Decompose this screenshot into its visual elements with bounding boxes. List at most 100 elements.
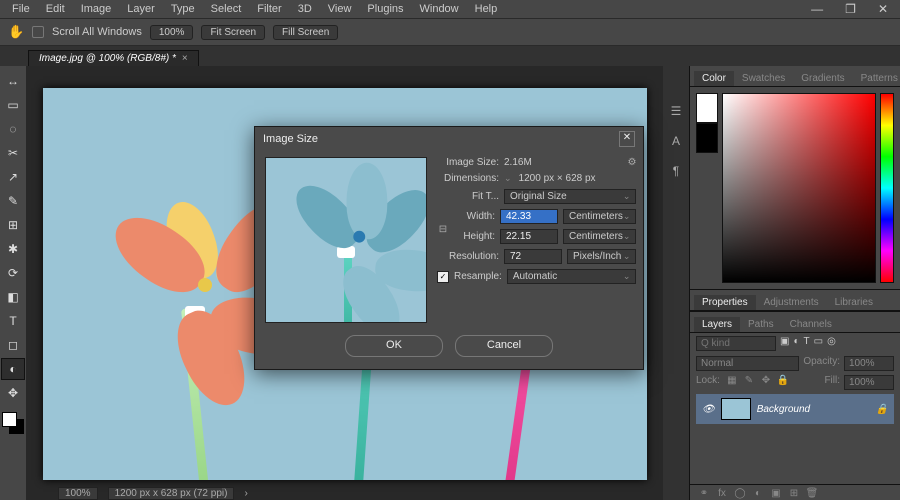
menu-filter[interactable]: Filter bbox=[251, 2, 287, 16]
ok-button[interactable]: OK bbox=[345, 335, 443, 357]
hand-tool[interactable]: ◐ bbox=[1, 358, 25, 380]
link-layers-icon[interactable]: ⚭ bbox=[696, 488, 712, 499]
resample-dropdown[interactable]: Automatic bbox=[507, 269, 637, 284]
resolution-unit-dropdown[interactable]: Pixels/Inch bbox=[567, 249, 636, 264]
clone-tool[interactable]: ⟳ bbox=[1, 262, 25, 284]
foreground-swatch[interactable] bbox=[2, 412, 17, 427]
tab-swatches[interactable]: Swatches bbox=[734, 71, 793, 86]
menu-edit[interactable]: Edit bbox=[40, 2, 71, 16]
fx-icon[interactable]: fx bbox=[714, 488, 730, 499]
brush-tool[interactable]: ✱ bbox=[1, 238, 25, 260]
crop-tool[interactable]: ✂ bbox=[1, 142, 25, 164]
height-unit-dropdown[interactable]: Centimeters bbox=[563, 229, 636, 244]
tab-gradients[interactable]: Gradients bbox=[793, 71, 852, 86]
shape-tool[interactable]: ◻ bbox=[1, 334, 25, 356]
document-tab[interactable]: Image.jpg @ 100% (RGB/8#) * × bbox=[28, 50, 199, 66]
fill-field[interactable]: 100% bbox=[844, 375, 894, 390]
eyedropper-tool[interactable]: ✎ bbox=[1, 190, 25, 212]
menu-window[interactable]: Window bbox=[414, 2, 465, 16]
paragraph-icon[interactable]: ¶ bbox=[668, 164, 684, 180]
frame-tool[interactable]: ↗ bbox=[1, 166, 25, 188]
menu-plugins[interactable]: Plugins bbox=[361, 2, 409, 16]
opacity-field[interactable]: 100% bbox=[844, 356, 894, 371]
filter-pixel-icon[interactable]: ▣ bbox=[780, 336, 789, 351]
width-unit-dropdown[interactable]: Centimeters bbox=[563, 209, 636, 224]
adjust-layer-icon[interactable]: ◐ bbox=[750, 488, 766, 499]
cancel-button[interactable]: Cancel bbox=[455, 335, 553, 357]
spot-heal-tool[interactable]: ⊞ bbox=[1, 214, 25, 236]
tab-adjustments[interactable]: Adjustments bbox=[756, 295, 827, 310]
zoom-tool[interactable]: ✥ bbox=[1, 382, 25, 404]
height-field[interactable]: 22.15 bbox=[500, 229, 558, 244]
new-layer-icon[interactable]: ⊞ bbox=[786, 488, 802, 499]
menu-view[interactable]: View bbox=[322, 2, 358, 16]
dialog-titlebar[interactable]: Image Size ✕ bbox=[255, 127, 643, 151]
mask-icon[interactable]: ◯ bbox=[732, 488, 748, 499]
tab-patterns[interactable]: Patterns bbox=[853, 71, 900, 86]
window-restore-icon[interactable]: ❐ bbox=[839, 1, 862, 17]
collapsed-panels: ☰ A ¶ bbox=[663, 66, 689, 500]
tab-layers[interactable]: Layers bbox=[694, 317, 740, 332]
fit-to-dropdown[interactable]: Original Size bbox=[504, 189, 636, 204]
layer-thumbnail[interactable] bbox=[721, 398, 751, 420]
menu-type[interactable]: Type bbox=[165, 2, 201, 16]
window-minimize-icon[interactable]: — bbox=[805, 1, 829, 17]
lock-position-icon[interactable]: ✥ bbox=[758, 375, 774, 390]
fill-screen-button[interactable]: Fill Screen bbox=[273, 25, 338, 40]
tab-channels[interactable]: Channels bbox=[782, 317, 840, 332]
menu-select[interactable]: Select bbox=[205, 2, 248, 16]
filter-shape-icon[interactable]: ▭ bbox=[814, 336, 823, 351]
move-tool[interactable]: ↔ bbox=[1, 70, 25, 92]
color-spectrum[interactable] bbox=[722, 93, 876, 283]
dialog-close-icon[interactable]: ✕ bbox=[619, 131, 635, 147]
tab-libraries[interactable]: Libraries bbox=[827, 295, 881, 310]
hue-slider[interactable] bbox=[880, 93, 894, 283]
resample-checkbox[interactable]: ✓ bbox=[437, 271, 449, 283]
menu-3d[interactable]: 3D bbox=[292, 2, 318, 16]
dialog-preview[interactable] bbox=[265, 157, 427, 323]
gear-icon[interactable]: ⚙ bbox=[627, 157, 636, 168]
lock-paint-icon[interactable]: ✎ bbox=[741, 375, 757, 390]
width-field[interactable]: 42.33 bbox=[500, 209, 558, 224]
lock-all-icon[interactable]: 🔒 bbox=[775, 375, 791, 390]
filter-smart-icon[interactable]: ◎ bbox=[827, 336, 836, 351]
menu-help[interactable]: Help bbox=[469, 2, 504, 16]
history-icon[interactable]: ☰ bbox=[668, 104, 684, 120]
color-swatches[interactable] bbox=[2, 412, 24, 434]
zoom-field[interactable]: 100% bbox=[150, 25, 194, 40]
menu-file[interactable]: File bbox=[6, 2, 36, 16]
delete-layer-icon[interactable]: 🗑 bbox=[804, 488, 820, 499]
status-chevron-icon[interactable]: › bbox=[244, 488, 247, 499]
visibility-icon[interactable]: 👁 bbox=[702, 404, 715, 415]
layer-lock-icon[interactable]: 🔒 bbox=[876, 404, 888, 415]
tab-color[interactable]: Color bbox=[694, 71, 734, 86]
lasso-tool[interactable]: ◌ bbox=[1, 118, 25, 140]
color-picker[interactable] bbox=[690, 87, 900, 289]
status-zoom[interactable]: 100% bbox=[58, 487, 98, 500]
close-tab-icon[interactable]: × bbox=[182, 53, 188, 64]
resolution-field[interactable]: 72 bbox=[504, 249, 562, 264]
hand-tool-icon[interactable]: ✋ bbox=[8, 24, 24, 40]
layer-background[interactable]: 👁 Background 🔒 bbox=[696, 394, 894, 424]
tab-paths[interactable]: Paths bbox=[740, 317, 782, 332]
filter-adjust-icon[interactable]: ◐ bbox=[793, 336, 799, 351]
resolution-label: Resolution: bbox=[437, 251, 499, 262]
group-icon[interactable]: ▣ bbox=[768, 488, 784, 499]
marquee-tool[interactable]: ▭ bbox=[1, 94, 25, 116]
chevron-down-icon[interactable]: ⌄ bbox=[504, 173, 512, 184]
lock-transparent-icon[interactable]: ▦ bbox=[724, 375, 740, 390]
filter-type-icon[interactable]: T bbox=[804, 336, 810, 351]
tab-properties[interactable]: Properties bbox=[694, 295, 756, 310]
gradient-tool[interactable]: ◧ bbox=[1, 286, 25, 308]
layer-search[interactable] bbox=[696, 336, 776, 351]
menu-layer[interactable]: Layer bbox=[121, 2, 161, 16]
color-preview[interactable] bbox=[696, 93, 718, 153]
layer-name: Background bbox=[757, 404, 810, 415]
window-close-icon[interactable]: ✕ bbox=[872, 1, 894, 17]
blend-mode[interactable]: Normal bbox=[696, 356, 799, 371]
character-icon[interactable]: A bbox=[668, 134, 684, 150]
menu-image[interactable]: Image bbox=[75, 2, 118, 16]
scroll-all-checkbox[interactable] bbox=[32, 26, 44, 38]
fit-screen-button[interactable]: Fit Screen bbox=[201, 25, 265, 40]
type-tool[interactable]: T bbox=[1, 310, 25, 332]
